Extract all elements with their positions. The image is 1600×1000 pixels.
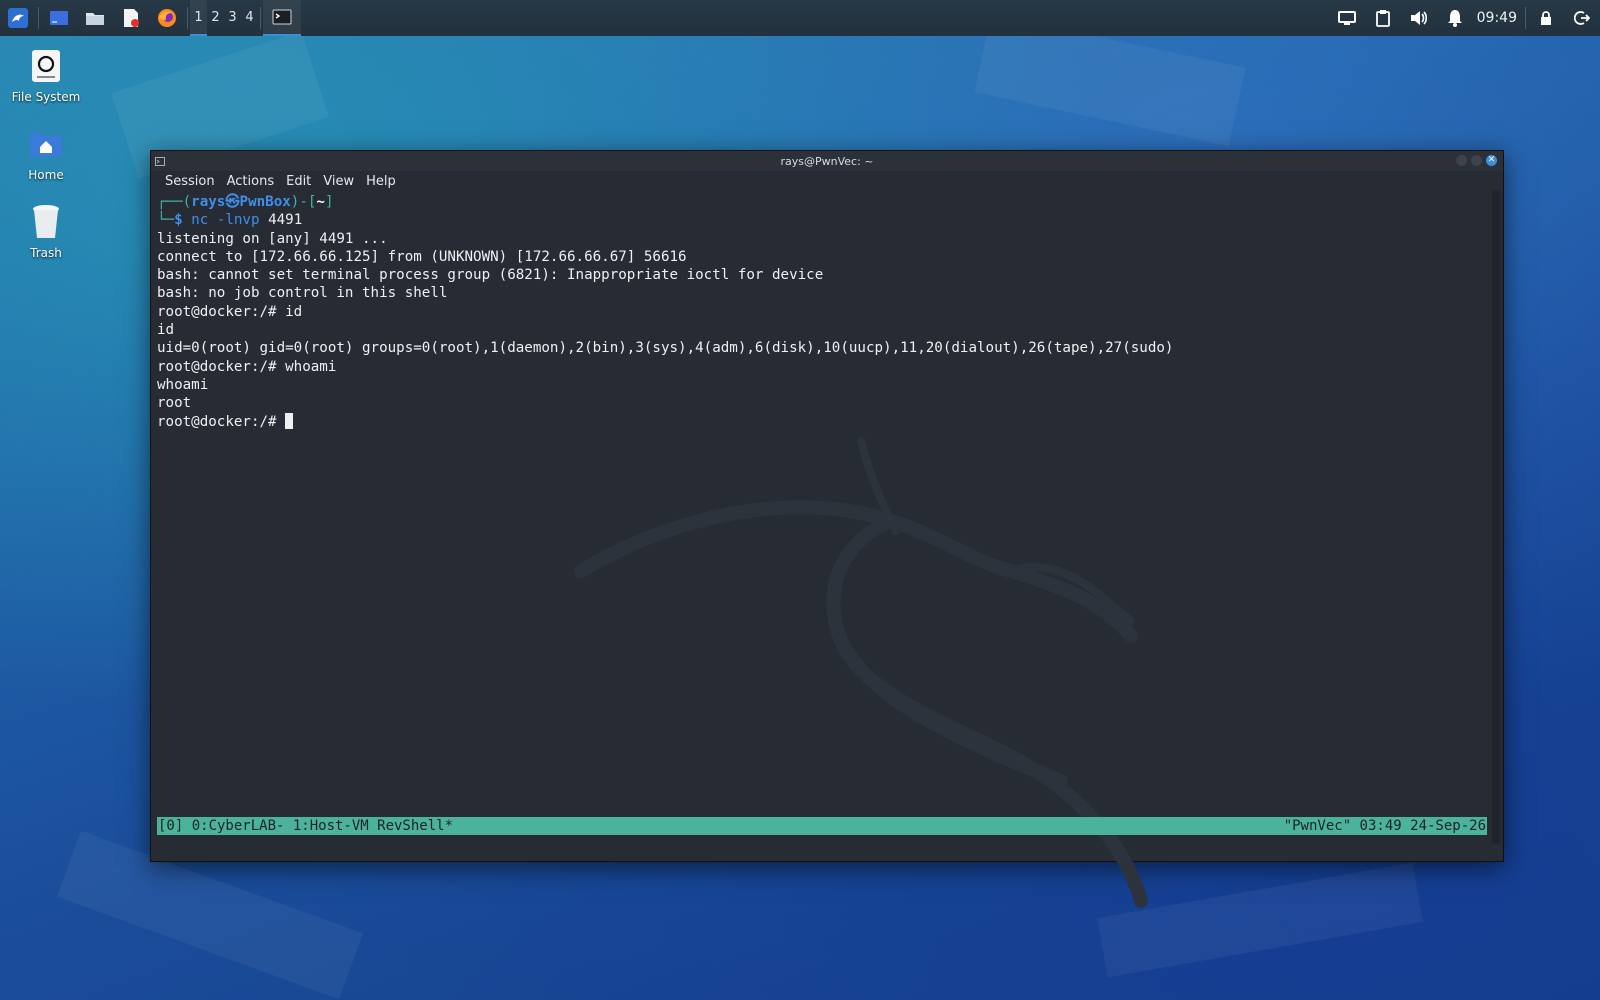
window-controls: ✕ [1456,155,1497,166]
terminal-window: rays@PwnVec: ~ ✕ Session Actions Edit Vi… [150,150,1504,908]
volume-icon[interactable] [1401,0,1437,36]
prompt-dir: ~ [316,194,325,210]
maximize-button[interactable] [1471,155,1482,166]
panel-separator [260,7,261,29]
wallpaper-shard [1097,862,1423,978]
output-line: bash: no job control in this shell [157,285,448,302]
text-editor-icon[interactable] [113,0,149,36]
terminal-icon [272,9,292,25]
close-button[interactable]: ✕ [1486,155,1497,166]
menu-session[interactable]: Session [159,174,221,189]
prompt-box-mid: )-[ [290,194,317,210]
output-line: whoami [157,376,209,393]
output-line: root@docker:/# id [157,303,303,320]
prompt-symbol: $ [174,212,183,229]
text-cursor [285,412,294,429]
desktop-icon-label: Home [28,168,64,182]
workspace-2[interactable]: 2 [207,0,224,36]
panel-separator [187,7,188,29]
clipboard-icon[interactable] [1365,0,1401,36]
logout-icon[interactable] [1564,0,1600,36]
tmux-status-right: "PwnVec" 03:49 24-Sep-26 [1283,818,1486,834]
prompt-header-line: ┌──(rays㉿PwnBox)-[~] [157,193,1483,211]
prompt-user: rays [191,194,226,210]
desktop-icon-label: Trash [30,246,62,260]
output-line: id [157,322,175,339]
firefox-icon[interactable] [149,0,185,36]
display-icon[interactable] [1329,0,1365,36]
home-folder-icon [26,124,66,164]
workspace-3[interactable]: 3 [224,0,241,36]
workspace-switcher: 1 2 3 4 [190,0,258,36]
system-tray: 09:49 [1329,0,1600,36]
menu-view[interactable]: View [317,174,360,189]
menu-bar: Session Actions Edit View Help [151,171,1503,191]
kali-menu-icon[interactable] [0,0,36,36]
menu-edit[interactable]: Edit [280,174,317,189]
tmux-window-list[interactable]: [0] 0:CyberLAB- 1:Host-VM RevShell* [158,817,453,835]
output-line: bash: cannot set terminal process group … [157,267,824,284]
terminal-output[interactable]: ┌──(rays㉿PwnBox)-[~] └─$ nc -lnvp 4491 l… [151,191,1489,851]
output-line: connect to [172.66.66.125] from (UNKNOWN… [157,248,687,265]
output-line: root@docker:/# whoami [157,358,337,375]
prompt-box-lead2: └─ [157,212,175,229]
tmux-status-bar: [0] 0:CyberLAB- 1:Host-VM RevShell* "Pwn… [157,817,1487,835]
menu-actions[interactable]: Actions [221,174,281,189]
window-titlebar[interactable]: rays@PwnVec: ~ ✕ [151,151,1503,171]
command-text: nc -lnvp [191,212,260,229]
current-prompt: root@docker:/# [157,413,286,430]
desktop-icon-home[interactable]: Home [0,124,92,182]
file-manager-icon[interactable] [77,0,113,36]
current-prompt-line: root@docker:/# [157,412,1483,431]
desktop-icon-trash[interactable]: Trash [0,202,92,260]
desktop-icon-file-system[interactable]: File System [0,46,92,104]
trash-icon [26,202,66,242]
workspace-1[interactable]: 1 [190,0,207,36]
workspace-4[interactable]: 4 [241,0,258,36]
panel-separator [1525,7,1526,29]
terminal-scrollbar[interactable] [1492,189,1500,845]
hard-drive-icon [26,46,66,86]
prompt-command-line: └─$ nc -lnvp 4491 [157,211,1483,229]
prompt-box-lead: ┌──( [157,194,192,210]
taskbar-terminal-button[interactable] [263,0,301,36]
notification-bell-icon[interactable] [1437,0,1473,36]
output-line: root [157,395,192,412]
panel-clock[interactable]: 09:49 [1473,10,1523,26]
command-arg: 4491 [268,212,303,229]
window-title: rays@PwnVec: ~ [780,154,874,168]
minimize-button[interactable] [1456,155,1467,166]
prompt-at-symbol: ㉿ [225,194,240,210]
show-desktop-icon[interactable] [41,0,77,36]
menu-help[interactable]: Help [360,174,402,189]
prompt-host: PwnBox [239,194,291,210]
panel-separator [38,7,39,29]
output-line: listening on [any] 4491 ... [157,230,388,247]
lock-screen-icon[interactable] [1528,0,1564,36]
desktop-icon-label: File System [11,90,81,104]
top-panel: 1 2 3 4 09:49 [0,0,1600,36]
output-line: uid=0(root) gid=0(root) groups=0(root),1… [157,340,1174,357]
prompt-box-end: ] [324,194,334,210]
